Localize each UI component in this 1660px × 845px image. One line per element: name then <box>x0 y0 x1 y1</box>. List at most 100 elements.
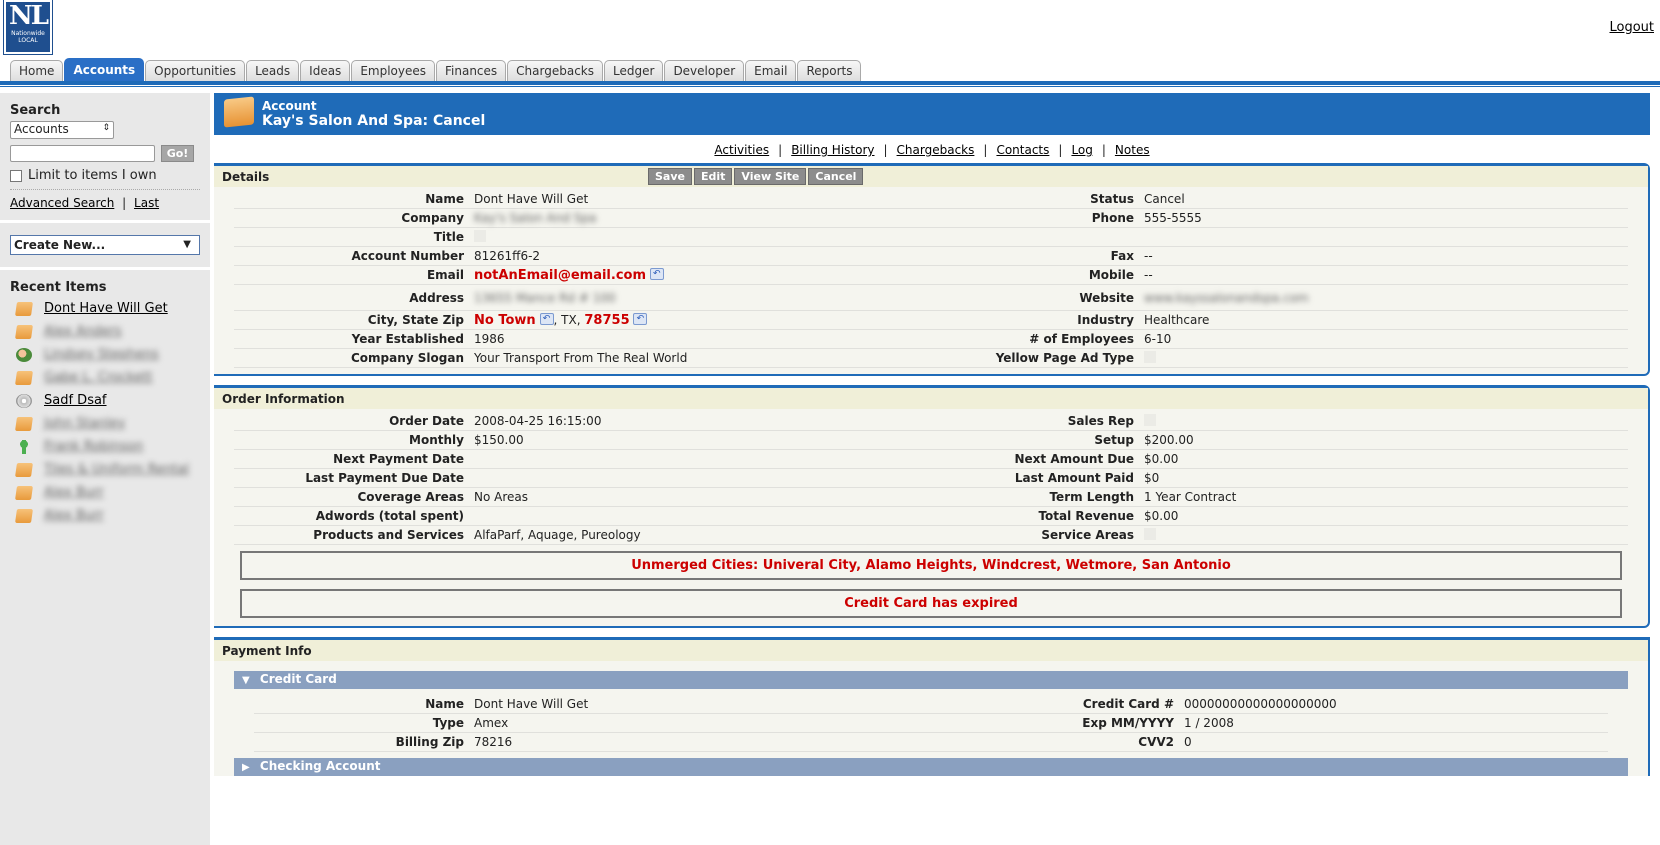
tab-ledger[interactable]: Ledger <box>604 60 664 82</box>
subnav-activities[interactable]: Activities <box>714 143 769 157</box>
create-new-select[interactable]: Create New... ▼ <box>10 235 200 255</box>
subnav-log[interactable]: Log <box>1071 143 1092 157</box>
recent-item-label[interactable]: Dont Have Will Get <box>44 301 168 316</box>
details-grid: Name Dont Have Will Get Status Cancel Co… <box>214 187 1648 374</box>
recent-item[interactable]: Frank Robinson <box>10 435 200 458</box>
tab-accounts[interactable]: Accounts <box>64 58 145 82</box>
triangle-down-icon: ▼ <box>242 675 250 686</box>
folder-icon <box>15 462 33 477</box>
revert-icon[interactable]: ↶ <box>649 267 664 280</box>
field-value: $150.00 <box>474 433 524 447</box>
tab-leads[interactable]: Leads <box>246 60 300 82</box>
subnav-contacts[interactable]: Contacts <box>996 143 1049 157</box>
recent-item[interactable]: Lindsey Stephens <box>10 343 200 366</box>
recent-item-label[interactable]: Lindsey Stephens <box>44 347 159 362</box>
recent-items-section: Recent Items Dont Have Will Get Alex And… <box>0 270 210 537</box>
recent-item-label[interactable]: John Stanley <box>44 416 125 431</box>
tab-email[interactable]: Email <box>745 60 797 82</box>
tab-opportunities[interactable]: Opportunities <box>145 60 246 82</box>
account-number-value: 81261ff6-2 <box>474 249 541 263</box>
empty-value-swatch <box>1144 527 1156 540</box>
field-label: Coverage Areas <box>357 490 464 504</box>
zip-value: 78755 <box>584 312 630 328</box>
account-header: Account Kay's Salon And Spa: Cancel <box>214 93 1650 135</box>
checking-account-section-toggle[interactable]: ▶ Checking Account <box>234 758 1628 776</box>
recent-item[interactable]: Alex Burr <box>10 504 200 527</box>
details-header: Details Save Edit View Site Cancel <box>214 166 1648 187</box>
recent-item[interactable]: Alex Burr <box>10 481 200 504</box>
edit-button[interactable]: Edit <box>693 168 733 185</box>
last-link[interactable]: Last <box>134 196 159 210</box>
logout-link[interactable]: Logout <box>1609 20 1654 35</box>
detail-row: Last Payment Due Date Last Amount Paid $0 <box>234 469 1628 488</box>
subnav-notes[interactable]: Notes <box>1115 143 1150 157</box>
detail-row: Year Established 1986 # of Employees 6-1… <box>234 330 1628 349</box>
tab-chargebacks[interactable]: Chargebacks <box>507 60 604 82</box>
name-label: Name <box>425 192 464 206</box>
page-title: Kay's Salon And Spa: Cancel <box>262 113 486 129</box>
credit-card-section-title: Credit Card <box>259 672 337 686</box>
title-label: Title <box>433 230 464 244</box>
cancel-button[interactable]: Cancel <box>808 168 864 185</box>
order-title: Order Information <box>222 392 345 406</box>
website-value[interactable]: www.kayssalonandspa.com <box>1144 291 1628 305</box>
view-site-button[interactable]: View Site <box>734 168 807 185</box>
folder-icon <box>15 370 33 385</box>
recent-items-title: Recent Items <box>10 280 107 295</box>
sidebar: Search Accounts ⇕ Go! Limit to items I o… <box>0 93 210 845</box>
recent-item-label[interactable]: Gabe L. Crockett <box>44 370 152 385</box>
folder-icon <box>15 301 33 316</box>
tab-ideas[interactable]: Ideas <box>300 60 351 82</box>
email-label: Email <box>426 268 464 282</box>
limit-to-own-checkbox[interactable] <box>10 169 22 182</box>
revert-icon[interactable]: ↶ <box>539 312 554 325</box>
recent-item-label[interactable]: Sadf Dsaf <box>44 393 107 408</box>
revert-icon[interactable]: ↶ <box>633 312 648 325</box>
subnav-sep: | <box>983 143 988 157</box>
recent-item-label[interactable]: Tiles & Uniform Rental <box>44 462 189 477</box>
recent-item[interactable]: John Stanley <box>10 412 200 435</box>
recent-item-label[interactable]: Alex Anders <box>44 324 122 339</box>
tab-developer[interactable]: Developer <box>664 60 745 82</box>
search-scope-value: Accounts <box>14 122 69 136</box>
recent-item-label[interactable]: Alex Burr <box>44 508 104 523</box>
recent-item[interactable]: Gabe L. Crockett <box>10 366 200 389</box>
save-button[interactable]: Save <box>648 168 692 185</box>
go-button[interactable]: Go! <box>161 145 194 162</box>
recent-item-label[interactable]: Alex Burr <box>44 485 104 500</box>
state-value: TX <box>561 312 577 327</box>
empty-value-swatch <box>1144 413 1156 426</box>
recent-item-label[interactable]: Frank Robinson <box>44 439 143 454</box>
status-label: Status <box>1090 192 1134 206</box>
search-scope-select[interactable]: Accounts ⇕ <box>10 121 114 139</box>
credit-card-expired-alert: Credit Card has expired <box>240 589 1622 618</box>
search-input[interactable] <box>10 145 155 162</box>
recent-item[interactable]: Sadf Dsaf <box>10 389 200 412</box>
email-cell: notAnEmail@email.com ↶ <box>474 267 934 283</box>
name-value: Dont Have Will Get <box>474 192 589 206</box>
credit-card-section-toggle[interactable]: ▼ Credit Card <box>234 671 1628 689</box>
main-tabs: Home Accounts Opportunities Leads Ideas … <box>10 58 862 82</box>
tab-home[interactable]: Home <box>10 60 64 82</box>
subnav-chargebacks[interactable]: Chargebacks <box>897 143 975 157</box>
recent-item[interactable]: Alex Anders <box>10 320 200 343</box>
field-value: $0.00 <box>1144 509 1179 523</box>
tab-employees[interactable]: Employees <box>351 60 435 82</box>
tab-finances[interactable]: Finances <box>436 60 507 82</box>
field-label: Type <box>432 716 464 730</box>
recent-item[interactable]: Tiles & Uniform Rental <box>10 458 200 481</box>
tab-reports[interactable]: Reports <box>797 60 862 82</box>
folder-icon <box>15 508 33 523</box>
field-value <box>1144 527 1628 543</box>
recent-item[interactable]: Dont Have Will Get <box>10 297 200 320</box>
subnav-billing-history[interactable]: Billing History <box>791 143 874 157</box>
order-rows: Order Date 2008-04-25 16:15:00 Sales Rep Mo… <box>234 412 1628 545</box>
detail-row: Name Dont Have Will Get Credit Card # 00000… <box>254 695 1608 714</box>
empty-value-swatch <box>1144 350 1156 363</box>
field-value: 78216 <box>474 735 513 749</box>
comma: , <box>576 312 581 327</box>
advanced-search-link[interactable]: Advanced Search <box>10 196 114 210</box>
lead-icon <box>16 439 32 454</box>
detail-row: Title <box>234 228 1628 247</box>
nationwide-local-logo[interactable]: NL Nationwide LOCAL <box>3 0 53 55</box>
